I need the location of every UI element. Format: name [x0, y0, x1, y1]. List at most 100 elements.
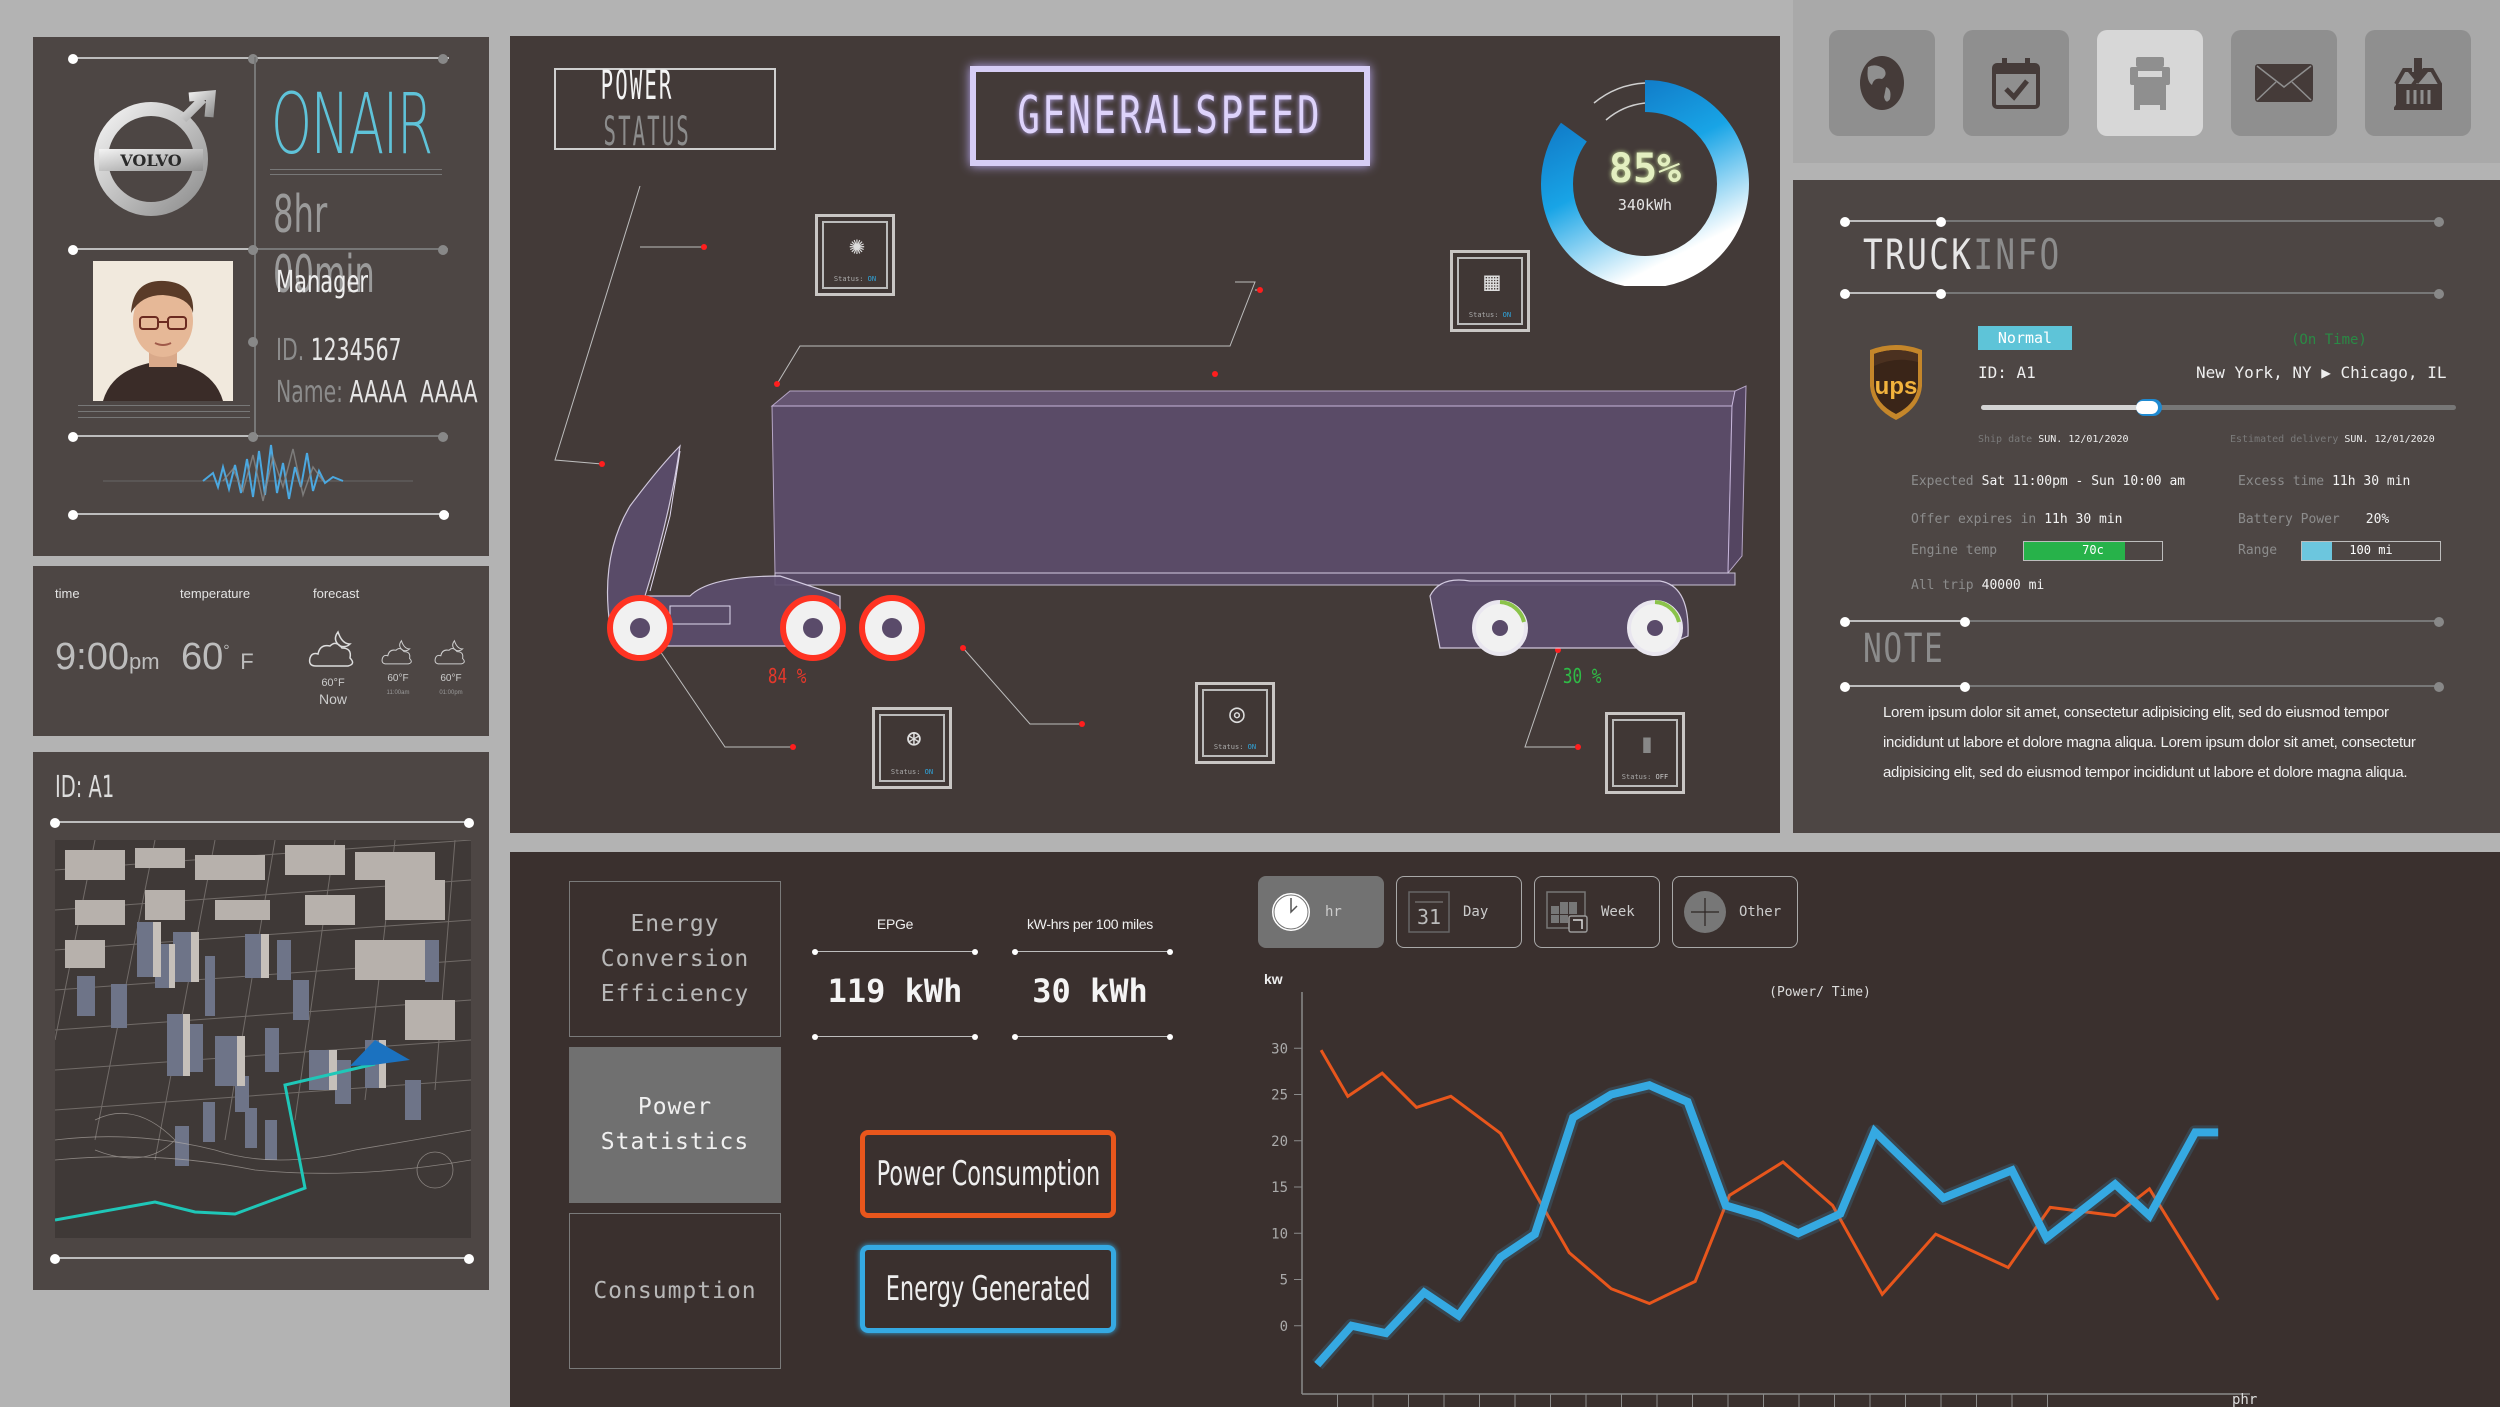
clock-icon — [1270, 891, 1312, 933]
svg-text:ups: ups — [1875, 373, 1918, 400]
range-value: 100 mi — [2349, 543, 2393, 557]
status-box-tire[interactable]: ⊛ Status: ON — [872, 707, 952, 789]
y-tick-label: 5 — [1280, 1273, 1288, 1289]
name-label: Name: — [276, 375, 344, 410]
divider-dot — [1012, 949, 1018, 955]
status-box-fan[interactable]: ✺ Status: ON — [815, 214, 895, 296]
engine-temp-value: 70c — [2082, 543, 2104, 557]
divider-dot — [1012, 1034, 1018, 1040]
divider-dot — [68, 510, 78, 520]
y-tick-label: 10 — [1271, 1226, 1288, 1242]
divider — [1845, 292, 1941, 294]
temperature-label: temperature — [180, 586, 251, 601]
engine-temp-label: Engine temp — [1911, 543, 1998, 558]
divider — [1015, 1036, 1170, 1037]
divider-dot — [1840, 289, 1850, 299]
on-time-label: (On Time) — [2291, 332, 2367, 348]
y-tick-label: 15 — [1271, 1180, 1288, 1196]
divider-dot — [1840, 682, 1850, 692]
forecast-time: 01:00pm — [439, 690, 463, 696]
divider — [55, 1257, 469, 1259]
truck-id: ID: A1 — [1978, 363, 2036, 382]
divider — [1941, 220, 2439, 222]
y-tick-label: 30 — [1271, 1041, 1288, 1057]
legend-energy-generated[interactable]: Energy Generated — [860, 1245, 1116, 1333]
forecast-time: Now — [318, 691, 347, 707]
status-box-brake[interactable]: ◎ Status: ON — [1195, 682, 1275, 764]
avatar-image — [93, 261, 233, 401]
plus-icon — [1684, 891, 1726, 933]
forecast-item: 60°F 01:00pm — [431, 638, 471, 696]
status-box-solar[interactable]: ▦ Status: ON — [1450, 250, 1530, 332]
forecast-item: 60°F Now — [303, 628, 363, 707]
y-tick-label: 0 — [1280, 1319, 1288, 1335]
nav-mail-button[interactable] — [2231, 30, 2337, 136]
divider-dot — [68, 245, 78, 255]
range-hr-button[interactable]: hr — [1258, 876, 1384, 948]
engine-temp-bar: 70c — [2023, 541, 2163, 561]
svg-text:VOLVO: VOLVO — [119, 151, 182, 170]
divider-dot — [1840, 217, 1850, 227]
divider-dot — [972, 1034, 978, 1040]
divider — [270, 169, 442, 170]
status-text: Status: OFF — [1621, 773, 1669, 781]
divider — [78, 405, 250, 406]
excess-time: Excess time 11h 30 min — [2238, 474, 2411, 489]
employee-id: ID. 1234567 — [276, 333, 402, 368]
onair-title: ONAIR — [271, 75, 433, 173]
id-value: 1234567 — [310, 333, 402, 368]
nav-truck-button[interactable] — [2097, 30, 2203, 136]
divider-dot — [2434, 617, 2444, 627]
all-trip: All trip 40000 mi — [1911, 578, 2045, 593]
divider-dot — [1960, 617, 1970, 627]
status-box-battery[interactable]: ▮ Status: OFF — [1605, 712, 1685, 794]
forecast-temp: 60°F — [387, 673, 409, 684]
city-map[interactable] — [55, 840, 471, 1238]
divider — [1845, 685, 1965, 687]
tab-consumption[interactable]: Consumption — [569, 1213, 781, 1369]
nav-globe-button[interactable] — [1829, 30, 1935, 136]
series-glow — [1312, 1078, 2219, 1370]
route-label: New York, NY ▶ Chicago, IL — [2196, 363, 2447, 382]
trip-progress-thumb[interactable] — [2136, 401, 2159, 414]
temp-unit: F — [240, 649, 254, 674]
avatar — [93, 261, 233, 401]
top-nav — [1793, 0, 2500, 163]
divider — [78, 411, 250, 412]
legend-power-consumption[interactable]: Power Consumption — [860, 1130, 1116, 1218]
divider-dot — [2434, 217, 2444, 227]
divider-dot — [1167, 949, 1173, 955]
divider — [78, 417, 250, 418]
status-text: Status: ON — [1468, 311, 1512, 319]
tab-energy-conversion[interactable]: Energy Conversion Efficiency — [569, 881, 781, 1037]
tab-power-statistics[interactable]: Power Statistics — [569, 1047, 781, 1203]
divider-dot — [439, 510, 449, 520]
ship-date-label: Ship date — [1978, 434, 2033, 445]
divider-dot — [1840, 617, 1850, 627]
mail-icon — [2255, 64, 2313, 102]
truck-info-panel: TRUCKINFO ups Normal (On Time) ID: A1 Ne… — [1793, 180, 2500, 833]
divider — [55, 821, 469, 823]
divider-dot — [248, 245, 258, 255]
range-label: Day — [1463, 904, 1489, 920]
inbox-download-icon — [2394, 58, 2442, 110]
divider — [73, 57, 449, 59]
range-week-button[interactable]: Week — [1534, 876, 1660, 948]
nav-inbox-button[interactable] — [2365, 30, 2471, 136]
range-day-button[interactable]: 31 Day — [1396, 876, 1522, 948]
role-label: Manager — [276, 265, 369, 300]
time-value: 9:00 — [55, 636, 129, 678]
current-time: 9:00pm — [55, 636, 160, 679]
front-wheel-percent: 84 % — [767, 664, 807, 688]
trip-progress-slider[interactable] — [1981, 401, 2456, 414]
nav-calendar-button[interactable] — [1963, 30, 2069, 136]
forecast-time: 11:00am — [386, 690, 410, 696]
divider — [1965, 685, 2439, 687]
weather-card: time temperature forecast 9:00pm 60° F 6… — [33, 566, 489, 736]
legend-label: Power Consumption — [876, 1154, 1100, 1194]
divider-dot — [50, 1254, 60, 1264]
range-other-button[interactable]: Other — [1672, 876, 1798, 948]
trip-progress-fill — [1981, 405, 2148, 410]
series-line-power-consumption — [1319, 1049, 2220, 1306]
power-time-chart: 0 5 10 15 20 25 30 kw phr (Power/ Time) — [1220, 962, 2500, 1407]
